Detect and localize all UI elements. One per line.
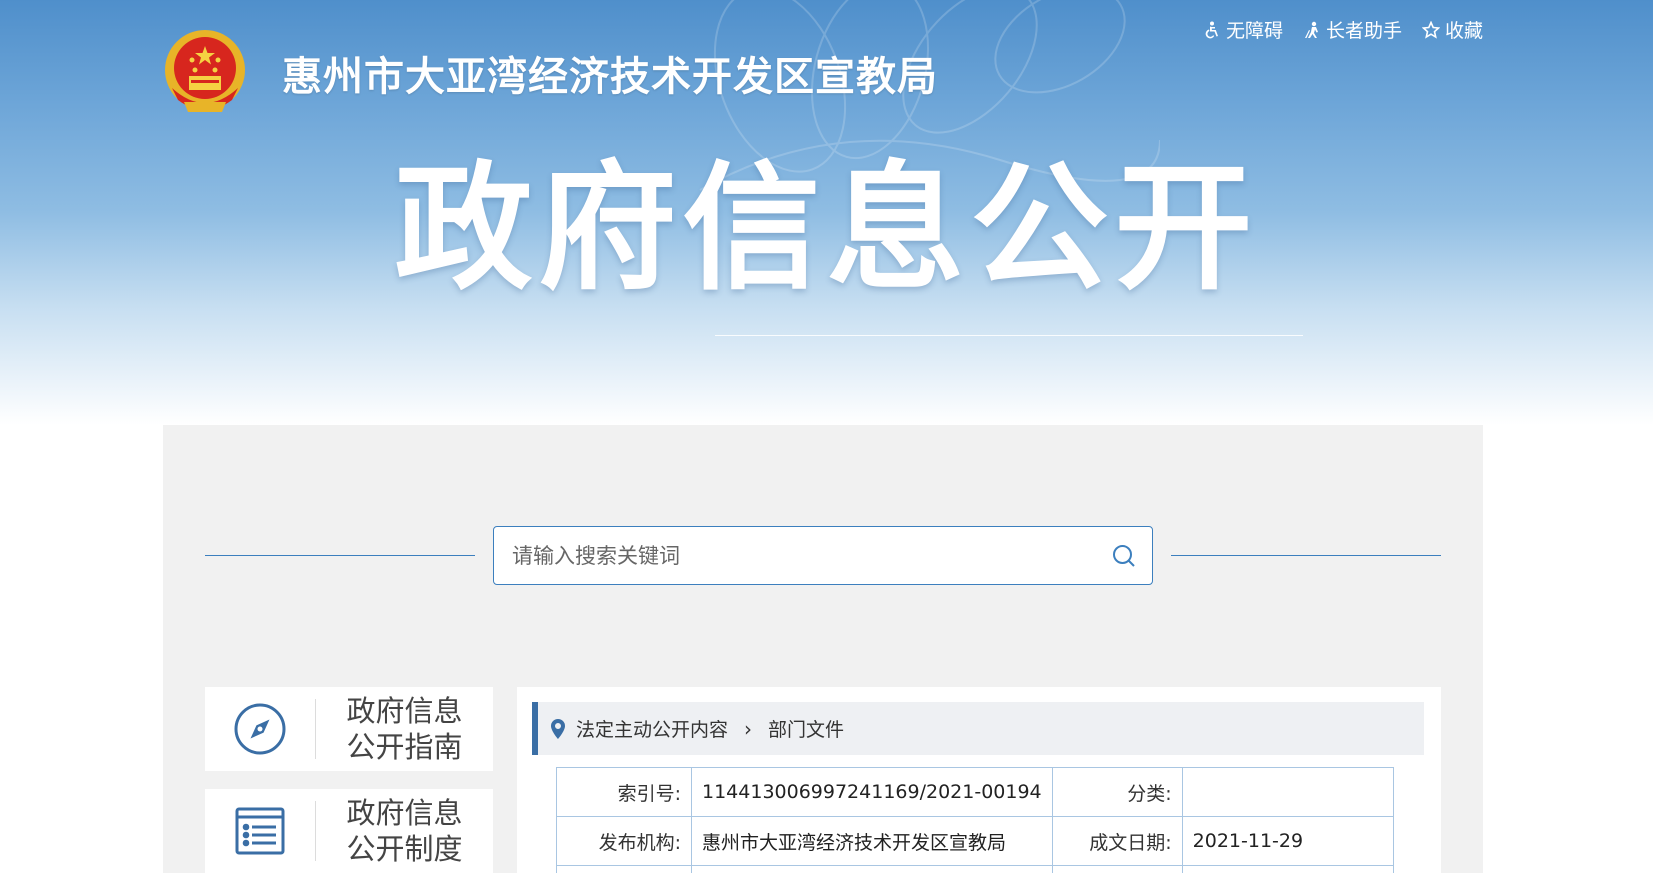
search-box (493, 526, 1153, 585)
sidebar-item-label: 政府信息 公开指南 (316, 693, 493, 765)
sidebar-item-line2: 公开指南 (346, 730, 463, 764)
elderly-icon (1304, 21, 1318, 38)
elderly-assistant-link[interactable]: 长者助手 (1303, 16, 1402, 43)
favorite-label: 收藏 (1444, 20, 1483, 42)
table-row: 发布机构: 惠州市大亚湾经济技术开发区宣教局 成文日期: 2021-11-29 (556, 816, 1395, 866)
elderly-assistant-label: 长者助手 (1325, 20, 1402, 42)
accessibility-label: 无障碍 (1225, 20, 1283, 42)
date-value: 2021-11-29 (1181, 816, 1395, 866)
chevron-right-icon: › (744, 716, 753, 741)
search-divider-left (205, 555, 475, 556)
category-value (1181, 767, 1395, 817)
category-label: 分类: (1051, 767, 1183, 817)
accessibility-link[interactable]: 无障碍 (1203, 16, 1283, 43)
date-label: 成文日期: (1051, 816, 1183, 866)
content-panel: 法定主动公开内容 › 部门文件 索引号: 114413006997241169/… (517, 687, 1441, 873)
breadcrumb-item-department-docs[interactable]: 部门文件 (768, 715, 844, 742)
sidebar-item-line2: 公开制度 (346, 832, 463, 866)
publisher-label: 发布机构: (556, 816, 692, 866)
compass-icon (234, 703, 286, 755)
table-row (556, 865, 1395, 873)
breadcrumb: 法定主动公开内容 › 部门文件 (532, 702, 1424, 755)
location-pin-icon (551, 718, 565, 739)
hero-title: 政府信息公开 (394, 148, 1259, 309)
hero-divider (715, 335, 1303, 336)
sidebar-item-system[interactable]: 政府信息 公开制度 (205, 789, 493, 873)
main-panel: 政府信息 公开指南 政府信息 公开制度 (163, 425, 1483, 873)
national-emblem-icon (165, 30, 245, 112)
star-icon (1421, 20, 1440, 39)
sidebar-item-guide[interactable]: 政府信息 公开指南 (205, 687, 493, 771)
search-input[interactable] (494, 527, 1096, 584)
header-banner: 惠州市大亚湾经济技术开发区宣教局 无障碍 长者助手 收藏 政府信息公开 (0, 0, 1653, 425)
favorite-link[interactable]: 收藏 (1421, 16, 1483, 43)
sidebar-item-line1: 政府信息 (346, 694, 463, 728)
table-row: 索引号: 114413006997241169/2021-00194 分类: (556, 767, 1395, 817)
list-document-icon (235, 807, 285, 855)
sidebar-item-line1: 政府信息 (346, 796, 463, 830)
search-icon (1113, 544, 1135, 567)
sidebar-item-label: 政府信息 公开制度 (316, 795, 493, 867)
document-meta-table: 索引号: 114413006997241169/2021-00194 分类: 发… (556, 767, 1395, 873)
site-title: 惠州市大亚湾经济技术开发区宣教局 (282, 54, 938, 100)
index-value: 114413006997241169/2021-00194 (691, 767, 1053, 817)
search-divider-right (1171, 555, 1441, 556)
accessibility-icon (1205, 21, 1218, 38)
search-button[interactable] (1096, 527, 1152, 584)
index-label: 索引号: (556, 767, 692, 817)
top-links: 无障碍 长者助手 收藏 (1203, 16, 1483, 43)
breadcrumb-item-statutory[interactable]: 法定主动公开内容 (576, 715, 728, 742)
publisher-value: 惠州市大亚湾经济技术开发区宣教局 (691, 816, 1053, 866)
